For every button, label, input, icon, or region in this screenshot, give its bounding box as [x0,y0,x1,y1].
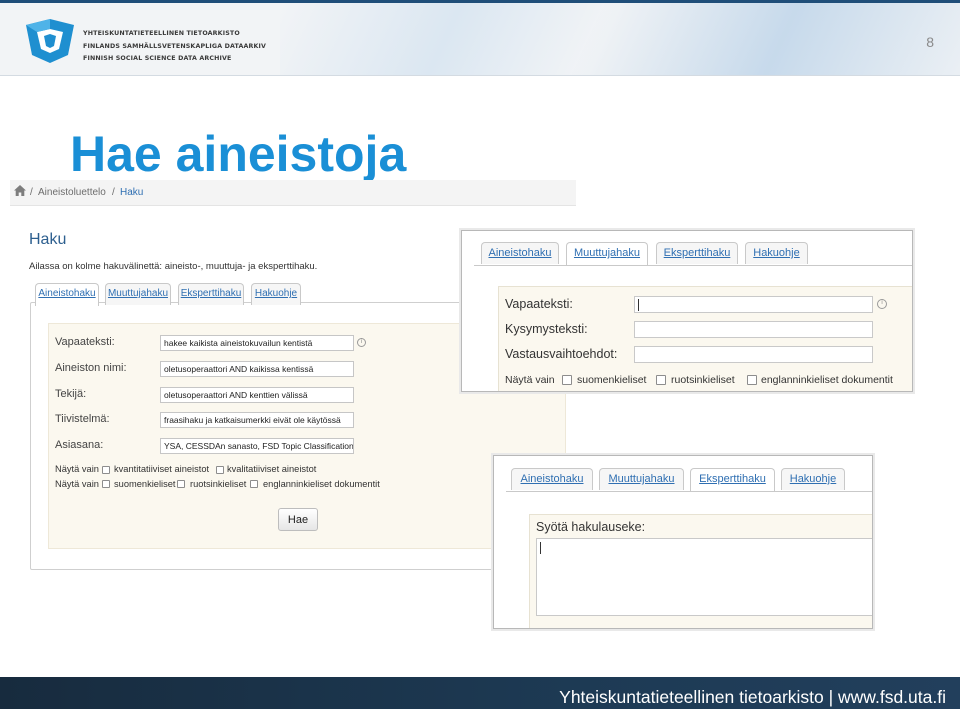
aineiston-nimi-input[interactable]: oletusoperaattori AND kaikissa kentissä [160,361,354,377]
tab-aineistohaku[interactable]: Aineistohaku [481,242,559,264]
field-label-vapaateksti: Vapaateksti: [55,336,115,348]
page-number: 8 [926,34,934,50]
page-heading: Haku [29,231,67,248]
vapaateksti-input[interactable] [634,296,873,313]
search-button[interactable]: Hae [278,508,318,531]
breadcrumb-item-haku: Haku [120,187,144,198]
checkbox-kvantitatiiviset[interactable] [102,466,110,474]
fsd-logo-icon [26,19,74,63]
info-icon[interactable]: i [877,299,887,309]
tekija-input[interactable]: oletusoperaattori AND kenttien välissä [160,387,354,403]
filter-label: Näytä vain [505,374,555,386]
logo-line-en: FINNISH SOCIAL SCIENCE DATA ARCHIVE [83,55,232,62]
tab-aineistohaku[interactable]: Aineistohaku [35,283,99,306]
field-label-aineiston-nimi: Aineiston nimi: [55,362,127,374]
tab-muuttujahaku[interactable]: Muuttujahaku [566,242,648,265]
tab-eksperttihaku[interactable]: Eksperttihaku [178,283,244,305]
breadcrumb: / Aineistoluettelo / Haku [10,180,576,206]
search-tabs: Aineistohaku Muuttujahaku Eksperttihaku … [35,283,335,306]
field-label-vapaateksti: Vapaateksti: [505,297,573,311]
checkbox-kvalitatiiviset[interactable] [216,466,224,474]
checkbox-ruotsinkieliset[interactable] [656,375,666,385]
option-englanninkieliset: englanninkieliset dokumentit [263,479,380,489]
field-label-kysymysteksti: Kysymysteksti: [505,322,588,336]
field-label-tiivistelma: Tiivistelmä: [55,413,110,425]
eksperttihaku-screenshot: Aineistohaku Muuttujahaku Eksperttihaku … [493,455,873,629]
breadcrumb-separator: / [30,187,33,198]
tab-eksperttihaku[interactable]: Eksperttihaku [690,468,775,491]
checkbox-englanninkieliset[interactable] [747,375,757,385]
logo-line-fi: YHTEISKUNTATIETEELLINEN TIETOARKISTO [83,30,240,37]
kysymysteksti-input[interactable] [634,321,873,338]
footer-text: Yhteiskuntatieteellinen tietoarkisto | w… [559,687,946,707]
option-kvalitatiiviset: kvalitatiiviset aineistot [227,464,317,474]
slide-title: Hae aineistoja [70,126,407,182]
vapaateksti-input[interactable]: hakee kaikista aineistokuvailun kentistä [160,335,354,351]
filter-label: Näytä vain [55,479,99,489]
tab-hakuohje[interactable]: Hakuohje [745,242,808,264]
search-tabs: Aineistohaku Muuttujahaku Eksperttihaku … [511,468,871,492]
field-label-vastausvaihtoehdot: Vastausvaihtoehdot: [505,347,618,361]
field-label-asiasana: Asiasana: [55,439,104,451]
info-icon[interactable]: i [357,338,366,347]
query-textarea[interactable] [536,538,872,616]
option-englanninkieliset: englanninkieliset dokumentit [761,374,893,386]
text-cursor [540,542,541,554]
option-suomenkieliset: suomenkieliset [577,374,647,386]
logo-line-sv: FINLANDS SAMHÄLLSVETENSKAPLIGA DATAARKIV [83,42,267,50]
search-tabs: Aineistohaku Muuttujahaku Eksperttihaku … [481,242,901,266]
checkbox-suomenkieliset[interactable] [102,480,110,488]
tab-muuttujahaku[interactable]: Muuttujahaku [599,468,684,490]
logo-text: YHTEISKUNTATIETEELLINEN TIETOARKISTO FIN… [83,28,266,66]
checkbox-ruotsinkieliset[interactable] [177,480,185,488]
header-divider [0,75,960,76]
muuttujahaku-screenshot: Aineistohaku Muuttujahaku Eksperttihaku … [461,230,913,392]
breadcrumb-item-aineistoluettelo[interactable]: Aineistoluettelo [38,187,106,198]
tab-hakuohje[interactable]: Hakuohje [251,283,301,305]
breadcrumb-separator: / [112,187,115,198]
checkbox-englanninkieliset[interactable] [250,480,258,488]
tab-eksperttihaku[interactable]: Eksperttihaku [656,242,738,264]
query-label: Syötä hakulauseke: [536,520,646,534]
tiivistelma-input[interactable]: fraasihaku ja katkaisumerkki eivät ole k… [160,412,354,428]
checkbox-suomenkieliset[interactable] [562,375,572,385]
tab-muuttujahaku[interactable]: Muuttujahaku [105,283,171,305]
tab-aineistohaku[interactable]: Aineistohaku [511,468,593,490]
vastausvaihtoehdot-input[interactable] [634,346,873,363]
slide-footer: Yhteiskuntatieteellinen tietoarkisto | w… [0,677,960,709]
option-ruotsinkieliset: ruotsinkieliset [671,374,735,386]
field-label-tekija: Tekijä: [55,388,87,400]
tab-hakuohje[interactable]: Hakuohje [781,468,845,490]
header-decoration [560,3,960,76]
filter-label: Näytä vain [55,464,99,474]
text-cursor [638,299,639,311]
slide-header: YHTEISKUNTATIETEELLINEN TIETOARKISTO FIN… [0,0,960,76]
option-suomenkieliset: suomenkieliset [114,479,176,489]
home-icon[interactable] [14,185,26,196]
asiasana-input[interactable]: YSA, CESSDAn sanasto, FSD Topic Classifi… [160,438,354,454]
option-kvantitatiiviset: kvantitatiiviset aineistot [114,464,210,474]
option-ruotsinkieliset: ruotsinkieliset [190,479,247,489]
page-intro: Ailassa on kolme hakuvälinettä: aineisto… [29,261,318,272]
